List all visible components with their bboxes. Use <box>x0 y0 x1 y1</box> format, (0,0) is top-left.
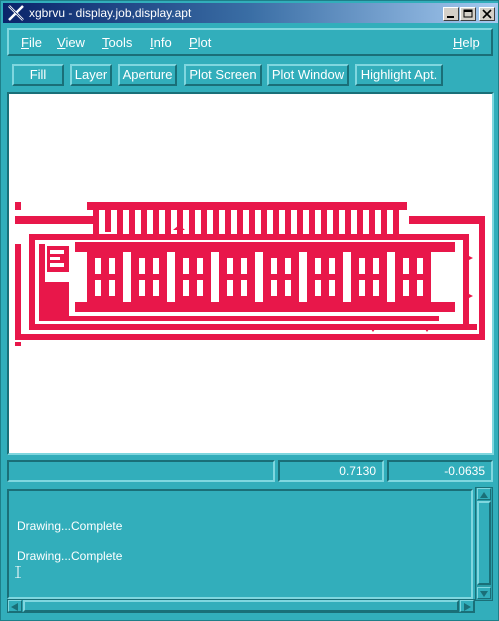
status-x-coordinate: 0.7130 <box>278 460 384 482</box>
menu-file[interactable]: File <box>21 35 42 50</box>
plot-window-button[interactable]: Plot Window <box>267 64 349 86</box>
console-horizontal-scrollbar[interactable] <box>7 599 475 613</box>
x-logo-icon <box>8 5 24 21</box>
app-window: xgbrvu - display.job,display.apt File Vi… <box>0 0 499 621</box>
menu-info[interactable]: Info <box>150 35 172 50</box>
arrow-left-icon <box>11 603 18 611</box>
drawing-canvas[interactable] <box>7 92 494 455</box>
arrow-down-icon <box>480 591 488 597</box>
console-line: Drawing...Complete <box>17 519 123 533</box>
highlight-apt-button[interactable]: Highlight Apt. <box>355 64 443 86</box>
horizontal-scroll-thumb[interactable] <box>23 600 459 612</box>
menu-help[interactable]: Help <box>453 35 480 50</box>
aperture-button[interactable]: Aperture <box>118 64 177 86</box>
maximize-icon <box>463 9 473 18</box>
minimize-icon <box>447 16 454 18</box>
window-title: xgbrvu - display.job,display.apt <box>29 6 192 20</box>
scroll-up-button[interactable] <box>477 488 491 500</box>
status-field-info <box>7 460 275 482</box>
fill-button[interactable]: Fill <box>12 64 64 86</box>
scroll-right-button[interactable] <box>460 600 474 612</box>
menu-bar: File View Tools Info Plot Help <box>7 28 493 56</box>
title-bar[interactable]: xgbrvu - display.job,display.apt <box>3 3 498 23</box>
menu-plot[interactable]: Plot <box>189 35 211 50</box>
layer-button[interactable]: Layer <box>70 64 112 86</box>
arrow-up-icon <box>480 492 488 498</box>
arrow-right-icon <box>464 603 471 611</box>
message-console: Drawing...Complete Drawing...Complete <box>7 489 473 599</box>
text-cursor-icon <box>15 566 21 578</box>
pcb-gerber-plot <box>15 202 485 346</box>
console-line: Drawing...Complete <box>17 549 123 563</box>
plot-screen-button[interactable]: Plot Screen <box>184 64 262 86</box>
menu-view[interactable]: View <box>57 35 85 50</box>
minimize-button[interactable] <box>443 7 459 21</box>
vertical-scroll-thumb[interactable] <box>477 501 491 585</box>
scroll-left-button[interactable] <box>8 600 22 612</box>
status-y-coordinate: -0.0635 <box>387 460 493 482</box>
close-button[interactable] <box>479 7 495 21</box>
maximize-button[interactable] <box>460 7 476 21</box>
close-icon <box>482 9 492 19</box>
console-vertical-scrollbar[interactable] <box>475 487 493 601</box>
menu-tools[interactable]: Tools <box>102 35 132 50</box>
scroll-down-button[interactable] <box>477 587 491 599</box>
scrollbar-corner <box>477 601 493 615</box>
